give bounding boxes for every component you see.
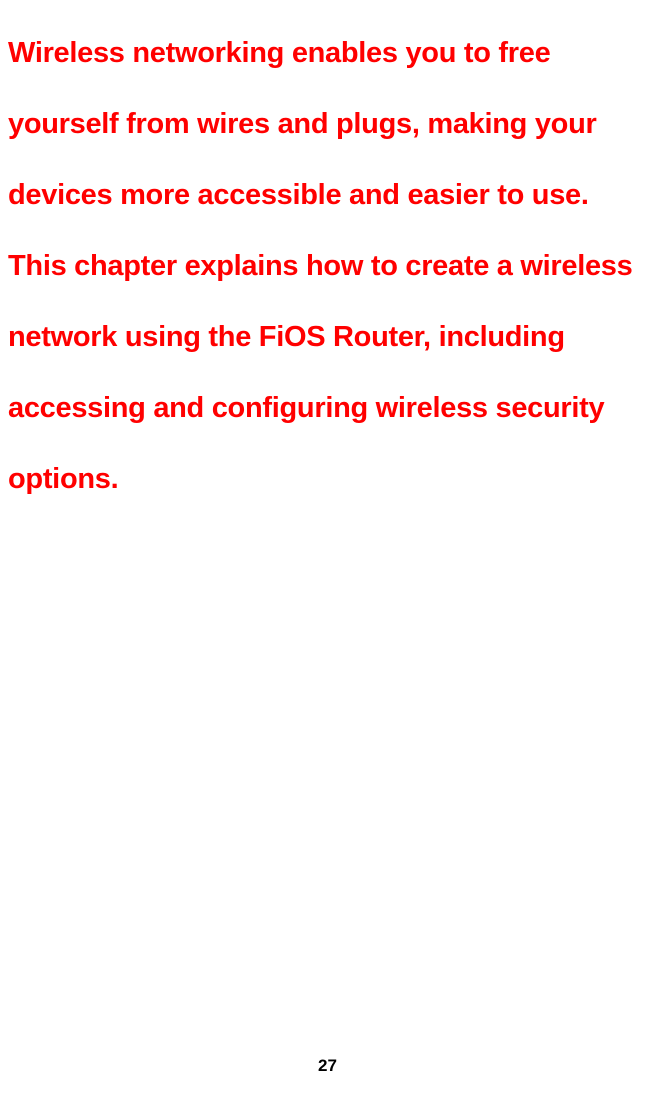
page-content: Wireless networking enables you to free … xyxy=(0,0,655,515)
intro-paragraph: Wireless networking enables you to free … xyxy=(8,18,647,515)
page-number: 27 xyxy=(0,1056,655,1076)
